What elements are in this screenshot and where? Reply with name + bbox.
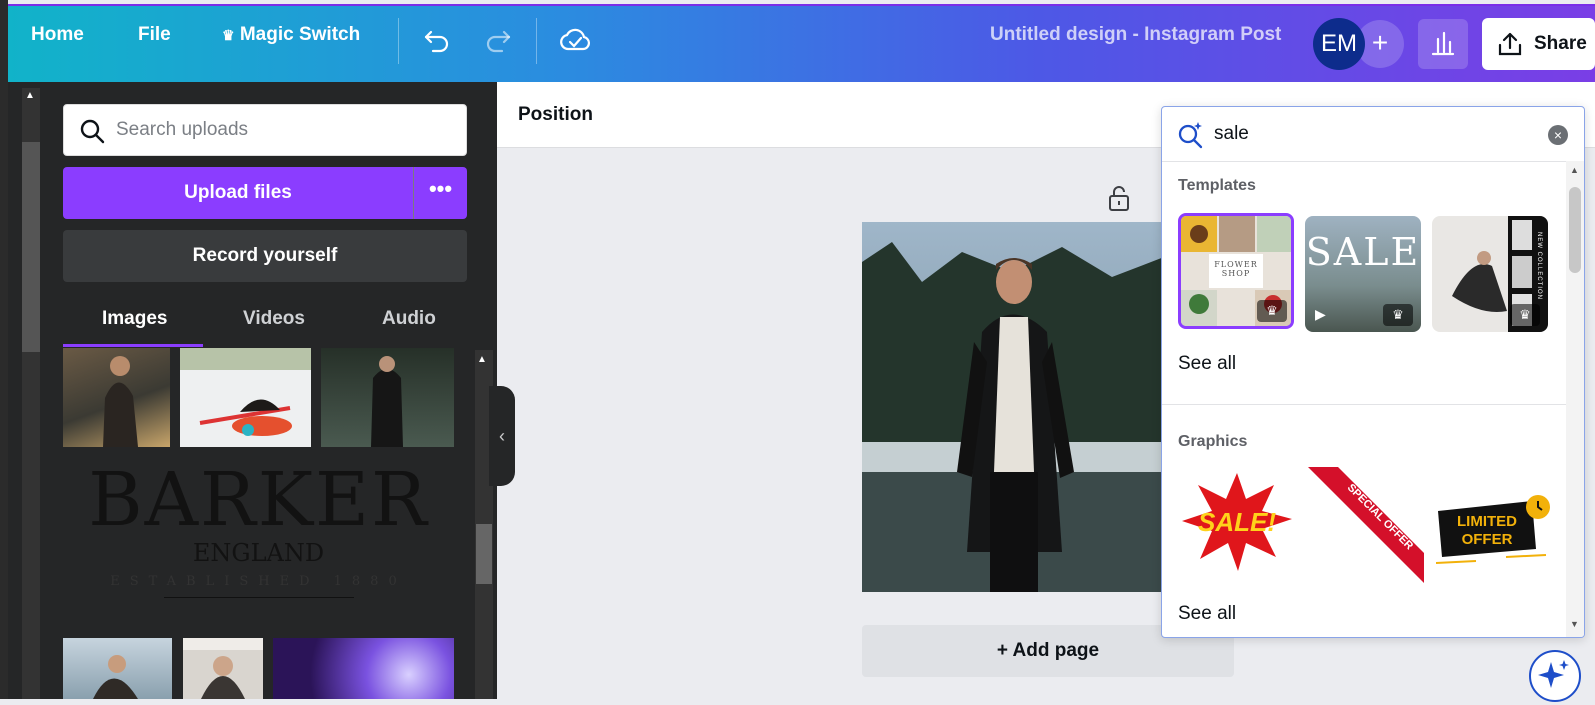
sparkle-icon [1538,660,1569,688]
redo-icon[interactable] [484,28,512,59]
popup-scrollbar-thumb[interactable] [1569,187,1581,273]
templates-heading: Templates [1178,177,1256,194]
graphic-item[interactable]: SPECIAL OFFER [1308,463,1426,583]
undo-icon[interactable] [423,28,451,59]
crown-icon: ♛ [1510,304,1540,326]
home-button[interactable]: Home [31,24,84,46]
magic-assistant-button[interactable] [1529,650,1581,702]
record-yourself-button[interactable]: Record yourself [63,230,467,282]
share-button[interactable]: Share [1482,18,1595,70]
upload-thumbnail[interactable] [180,348,311,447]
tab-videos[interactable]: Videos [243,308,305,330]
divider [398,18,399,64]
design-title[interactable]: Untitled design - Instagram Post [990,24,1281,46]
clear-search-icon[interactable]: × [1548,125,1568,145]
search-uploads-input[interactable]: Search uploads [63,104,467,156]
scroll-up-arrow-icon[interactable]: ▲ [1570,165,1579,175]
upload-thumbnail[interactable] [273,638,454,699]
upload-files-button[interactable]: Upload files [63,167,413,219]
magic-search-icon [1178,122,1203,149]
search-icon [80,119,105,144]
grid-scrollbar-thumb[interactable] [476,524,492,584]
graphic-item[interactable]: LIMITED OFFER [1436,491,1554,571]
template-caption: FLOWER SHOP [1214,260,1258,278]
divider [413,167,414,219]
share-label: Share [1534,33,1587,54]
logo-tag-text: ESTABLISHED 1880 [110,574,407,589]
avatar[interactable]: EM [1313,18,1365,70]
scroll-up-arrow-icon[interactable]: ▲ [477,354,487,365]
template-item[interactable]: FLOWER SHOP ♛ [1178,213,1294,329]
tab-audio[interactable]: Audio [382,308,436,330]
barker-logo[interactable]: BARKER ENGLAND ESTABLISHED 1880 [63,460,454,620]
insights-button[interactable] [1418,19,1468,69]
magic-switch-label: Magic Switch [239,24,361,45]
active-tab-indicator [63,344,203,347]
upload-thumbnail[interactable] [183,638,263,699]
popup-search-query: sale [1214,123,1249,144]
see-all-graphics-link[interactable]: See all [1178,603,1236,625]
graphic-label: SALE! [1198,507,1276,537]
upload-thumbnail[interactable] [321,348,454,447]
see-all-templates-link[interactable]: See all [1178,353,1236,375]
bar-chart-icon [1431,31,1455,56]
cloud-saved-icon[interactable] [560,27,590,60]
crown-icon: ♛ [1257,300,1287,322]
position-button[interactable]: Position [518,104,593,126]
template-item[interactable]: NEW COLLECTION ♛ [1432,216,1548,332]
chevron-left-icon: ‹ [499,426,505,446]
more-options-button[interactable]: ••• [414,167,467,219]
upload-thumbnail[interactable] [63,638,172,699]
lock-icon[interactable] [1107,184,1131,217]
magic-switch-button[interactable]: ♛ Magic Switch [222,24,360,46]
graphic-label: LIMITED OFFER [1457,513,1517,548]
scroll-down-arrow-icon[interactable]: ▼ [1570,619,1579,629]
crown-icon: ♛ [222,27,235,43]
file-menu-button[interactable]: File [138,24,171,46]
collapse-panel-button[interactable]: ‹ [489,386,515,486]
search-placeholder: Search uploads [116,119,249,140]
logo-main-text: BARKER [88,457,429,543]
crown-icon: ♛ [1383,304,1413,326]
design-page-photo[interactable] [862,222,1164,592]
share-icon [1498,32,1522,56]
popup-search-field[interactable]: sale × [1162,107,1584,162]
upload-thumbnail[interactable] [63,348,170,447]
play-icon: ▶ [1315,306,1326,322]
graphic-item[interactable]: SALE! [1178,469,1296,573]
divider [1162,404,1566,405]
graphics-heading: Graphics [1178,433,1248,450]
tab-images[interactable]: Images [102,308,167,330]
logo-sub-text: ENGLAND [192,539,325,567]
side-scrollbar-thumb[interactable] [22,142,40,352]
search-popup: sale × Templates FLOWER SHOP ♛ SALE ▶ ♛ … [1161,106,1585,638]
window-edge [0,0,8,699]
scroll-up-arrow-icon[interactable]: ▲ [25,90,35,101]
logo-rule [163,597,354,598]
template-item[interactable]: SALE ▶ ♛ [1305,216,1421,332]
template-caption: SALE [1305,230,1421,274]
divider [536,18,537,64]
